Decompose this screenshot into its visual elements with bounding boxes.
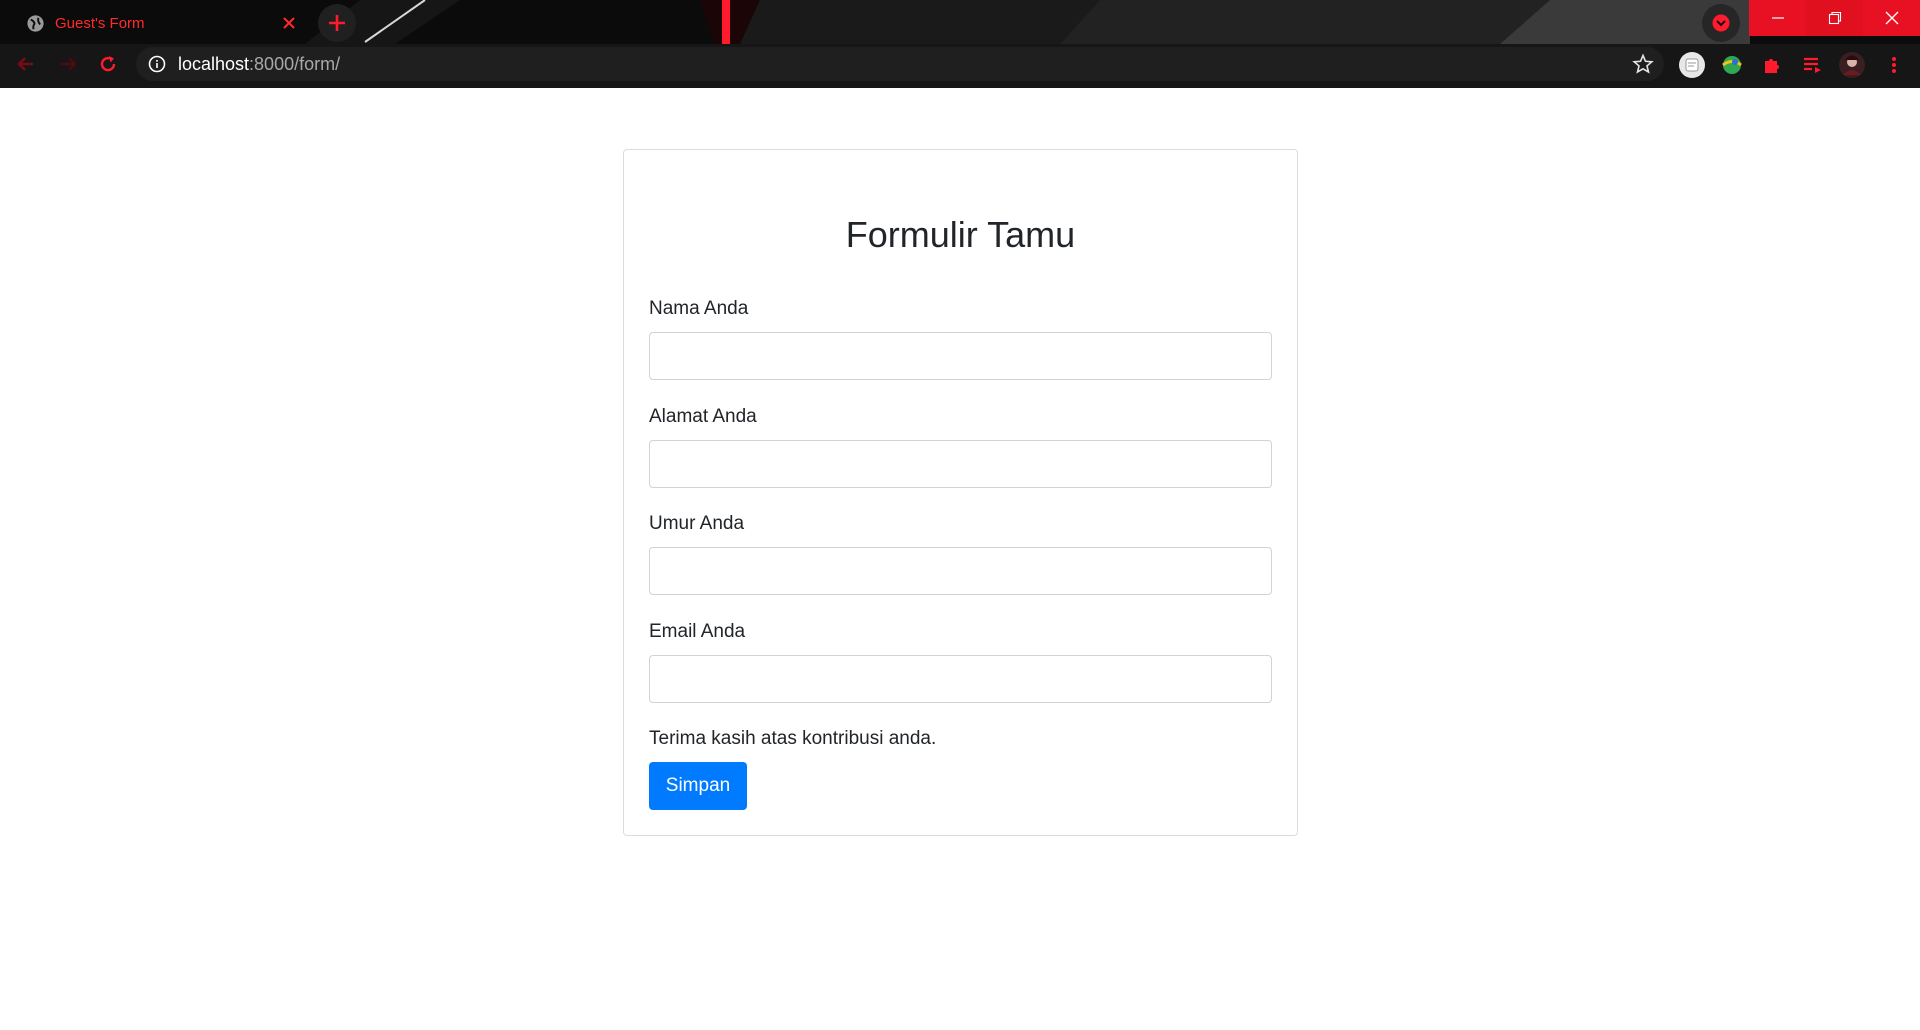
extension-media-button[interactable] xyxy=(1798,51,1826,79)
address-url: localhost:8000/form/ xyxy=(178,54,340,75)
url-path: :8000/form/ xyxy=(249,54,341,74)
extension-world-button[interactable] xyxy=(1718,51,1746,79)
arrow-right-icon xyxy=(61,57,77,71)
save-button[interactable]: Simpan xyxy=(649,762,747,810)
back-button[interactable] xyxy=(12,50,40,78)
new-tab-button[interactable] xyxy=(318,4,356,42)
forward-button[interactable] xyxy=(54,50,82,78)
reload-icon xyxy=(100,56,116,72)
email-label: Email Anda xyxy=(649,621,746,642)
close-tab-icon[interactable] xyxy=(278,12,300,34)
minimize-window-button[interactable] xyxy=(1749,0,1806,36)
thank-you-note: Terima kasih atas kontribusi anda. xyxy=(649,728,937,749)
playlist-icon xyxy=(1804,57,1821,73)
close-icon xyxy=(1885,11,1898,25)
url-host: localhost xyxy=(178,54,250,74)
age-label: Umur Anda xyxy=(649,513,745,534)
browser-tab-active[interactable]: Guest's Form xyxy=(10,6,310,41)
more-vertical-icon xyxy=(1892,57,1896,73)
email-input[interactable] xyxy=(649,655,1272,703)
extension-puzzle-button[interactable] xyxy=(1758,51,1786,79)
browser-chrome: Guest's Form localhost:8000/form/ xyxy=(0,0,1920,88)
guest-form-card: Formulir Tamu Nama Anda Alamat Anda Umur… xyxy=(623,149,1298,836)
browser-menu-button[interactable] xyxy=(1880,51,1908,79)
address-label: Alamat Anda xyxy=(649,406,757,427)
arrow-left-icon xyxy=(17,57,33,71)
address-input[interactable] xyxy=(649,440,1272,488)
name-label: Nama Anda xyxy=(649,298,749,319)
close-window-button[interactable] xyxy=(1863,0,1920,36)
tab-title: Guest's Form xyxy=(55,15,145,32)
name-input[interactable] xyxy=(649,332,1272,380)
address-bar[interactable]: localhost:8000/form/ xyxy=(136,47,1664,81)
extension-reader-button[interactable] xyxy=(1678,51,1706,79)
chevron-down-icon xyxy=(1712,14,1730,32)
restore-window-button[interactable] xyxy=(1806,0,1863,36)
plus-icon xyxy=(329,15,345,31)
world-extension-icon xyxy=(1722,56,1742,74)
star-icon[interactable] xyxy=(1632,53,1654,75)
page-title: Formulir Tamu xyxy=(845,214,1076,255)
puzzle-icon xyxy=(1765,59,1779,73)
avatar xyxy=(1839,52,1865,78)
reader-extension-icon xyxy=(1679,52,1705,78)
reload-button[interactable] xyxy=(94,50,122,78)
browser-profile-button[interactable] xyxy=(1702,4,1740,42)
age-input[interactable] xyxy=(649,547,1272,595)
restore-icon xyxy=(1828,11,1841,25)
profile-avatar[interactable] xyxy=(1838,51,1866,79)
globe-icon xyxy=(27,15,44,32)
info-icon[interactable] xyxy=(148,55,166,73)
minimize-icon xyxy=(1771,17,1784,19)
